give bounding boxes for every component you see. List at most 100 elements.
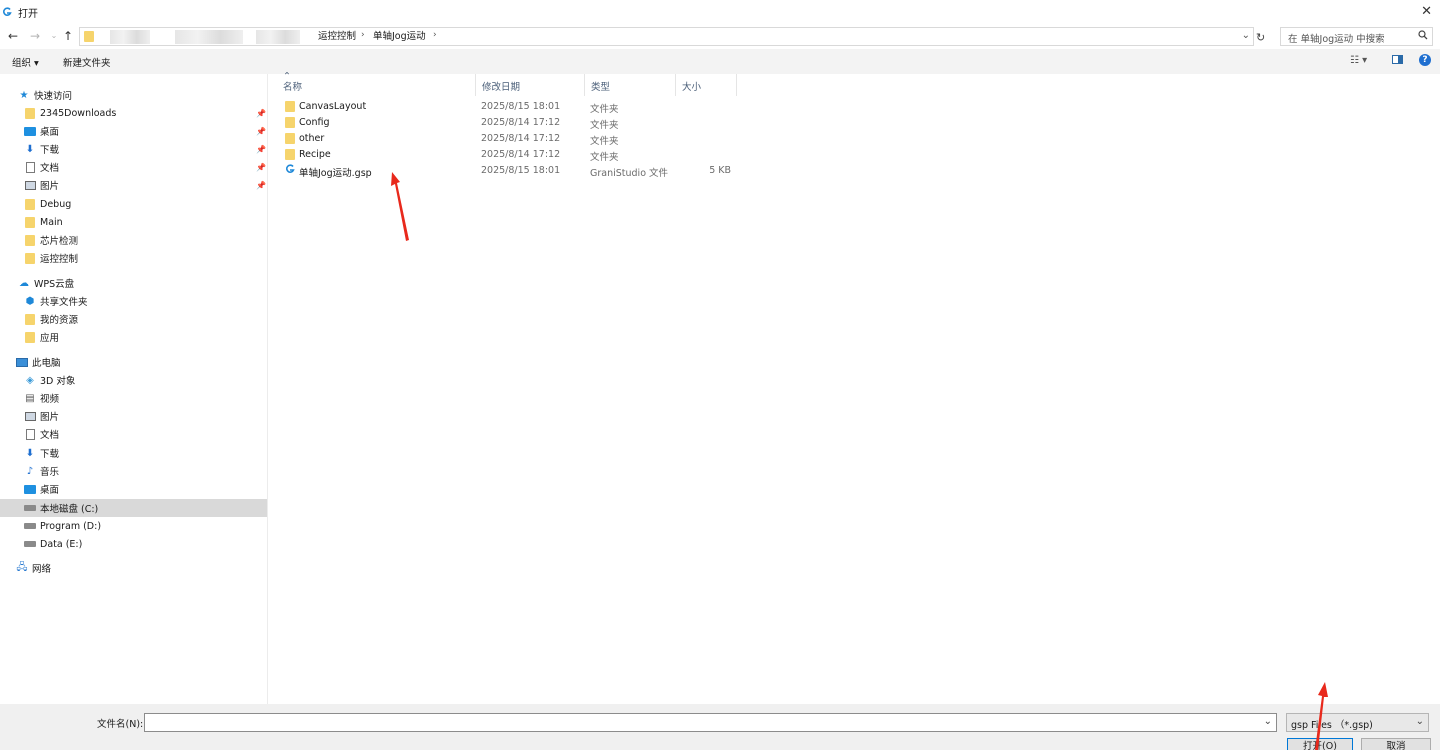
file-row[interactable]: Recipe 2025/8/14 17:12 文件夹 (279, 147, 739, 163)
column-header-name[interactable]: 名称 ⌃ (277, 71, 476, 96)
picture-icon (24, 410, 36, 422)
column-header-date[interactable]: 修改日期 (476, 74, 585, 96)
quick-access-header[interactable]: ★ 快速访问 (18, 86, 73, 104)
file-type-value: gsp Files （*.gsp) (1291, 720, 1373, 731)
sidebar-item-program-d[interactable]: Program (D:) (24, 517, 101, 535)
folder-icon (24, 252, 36, 264)
close-icon[interactable]: ✕ (1421, 4, 1432, 19)
sidebar-item-pictures[interactable]: 图片 (24, 176, 59, 194)
pin-icon[interactable]: 📌 (256, 127, 266, 136)
chevron-down-icon[interactable]: ⌄ (1242, 30, 1250, 41)
document-icon (24, 161, 36, 173)
folder-icon (285, 149, 295, 160)
address-row: ← → ⌄ ↑ 运控控制 › 单轴Jog运动 › ⌄ ↻ 在 单轴Jog运动 中… (0, 24, 1440, 48)
open-file-dialog: 打开 ✕ ← → ⌄ ↑ 运控控制 › 单轴Jog运动 › ⌄ ↻ 在 单轴Jo… (0, 0, 1440, 750)
gsp-file-icon (285, 164, 295, 177)
pin-icon[interactable]: 📌 (256, 109, 266, 118)
folder-icon (285, 117, 295, 128)
sidebar-item-documents-pc[interactable]: 文档 (24, 425, 59, 443)
up-arrow-icon[interactable]: ↑ (61, 28, 75, 44)
new-folder-button[interactable]: 新建文件夹 (63, 55, 111, 69)
sidebar-item-local-disk-c[interactable]: 本地磁盘 (C:) (0, 499, 267, 517)
help-icon[interactable]: ? (1419, 54, 1431, 66)
open-button[interactable]: 打开(O) (1287, 738, 1353, 750)
sidebar-item-downloads[interactable]: ⬇ 下载 (24, 140, 59, 158)
file-list: 名称 ⌃ 修改日期 类型 大小 CanvasLayout 2025/8/15 1… (269, 71, 1440, 704)
filename-label: 文件名(N): (97, 719, 144, 730)
blurred-path-segment (175, 30, 243, 44)
star-icon: ★ (19, 89, 29, 101)
organize-button[interactable]: 组织 ▾ (12, 55, 39, 69)
folder-icon (24, 234, 36, 246)
3d-objects-icon: ◈ (26, 374, 34, 386)
blurred-path-segment (110, 30, 150, 44)
chevron-down-icon: ⌄ (1415, 716, 1424, 727)
sidebar-item-2345downloads[interactable]: 2345Downloads (24, 104, 116, 122)
picture-icon (24, 179, 36, 191)
download-icon: ⬇ (25, 447, 35, 459)
sidebar-item-my-resources[interactable]: 我的资源 (24, 310, 78, 328)
sidebar-item-data-e[interactable]: Data (E:) (24, 535, 82, 553)
view-options-icon[interactable]: ☷ ▾ (1350, 55, 1367, 66)
folder-icon (285, 133, 295, 144)
search-placeholder: 在 单轴Jog运动 中搜索 (1288, 34, 1385, 45)
sidebar-item-chip-inspection[interactable]: 芯片检测 (24, 231, 78, 249)
column-header-size[interactable]: 大小 (676, 74, 737, 96)
drive-icon (24, 502, 36, 514)
music-icon: ♪ (26, 465, 34, 477)
breadcrumb-item[interactable]: 单轴Jog运动 (373, 31, 426, 43)
sidebar-item-desktop[interactable]: 桌面 (24, 122, 59, 140)
file-type-select[interactable]: gsp Files （*.gsp) ⌄ (1286, 713, 1429, 732)
preview-pane-icon[interactable] (1392, 55, 1403, 67)
search-input[interactable]: 在 单轴Jog运动 中搜索 (1280, 27, 1433, 46)
command-bar: 组织 ▾ 新建文件夹 ☷ ▾ ? (0, 49, 1440, 74)
wps-cloud-header[interactable]: ☁ WPS云盘 (18, 274, 74, 292)
sidebar-item-music[interactable]: ♪ 音乐 (24, 462, 59, 480)
file-row[interactable]: Config 2025/8/14 17:12 文件夹 (279, 115, 739, 131)
recent-dropdown-icon[interactable]: ⌄ (47, 28, 61, 44)
forward-arrow-icon[interactable]: → (28, 28, 42, 44)
file-row[interactable]: CanvasLayout 2025/8/15 18:01 文件夹 (279, 99, 739, 115)
file-row[interactable]: 单轴Jog运动.gsp 2025/8/15 18:01 GraniStudio … (279, 163, 739, 179)
folder-icon (24, 198, 36, 210)
sidebar-item-main[interactable]: Main (24, 213, 63, 231)
pin-icon[interactable]: 📌 (256, 145, 266, 154)
blurred-path-segment (256, 30, 300, 44)
title-bar: 打开 ✕ (0, 0, 1440, 24)
cancel-button[interactable]: 取消 (1361, 738, 1431, 750)
navigation-pane: ★ 快速访问 2345Downloads 📌 桌面 📌 ⬇ 下载 📌 文档 📌 … (0, 74, 268, 704)
pin-icon[interactable]: 📌 (256, 181, 266, 190)
filename-input[interactable]: ⌄ (144, 713, 1277, 732)
pin-icon[interactable]: 📌 (256, 163, 266, 172)
sidebar-item-3d-objects[interactable]: ◈ 3D 对象 (24, 371, 75, 389)
chevron-right-icon[interactable]: › (433, 30, 437, 40)
back-arrow-icon[interactable]: ← (6, 28, 20, 44)
sidebar-item-pictures-pc[interactable]: 图片 (24, 407, 59, 425)
this-pc-header[interactable]: 此电脑 (16, 353, 61, 371)
network-icon: 🖧 (16, 561, 28, 573)
folder-icon (285, 101, 295, 112)
chevron-right-icon[interactable]: › (361, 30, 365, 40)
sidebar-item-apps[interactable]: 应用 (24, 328, 59, 346)
column-header-type[interactable]: 类型 (585, 74, 676, 96)
sidebar-item-shared-folder[interactable]: ⬢ 共享文件夹 (24, 292, 88, 310)
sidebar-item-videos[interactable]: ▤ 视频 (24, 389, 59, 407)
file-row[interactable]: other 2025/8/14 17:12 文件夹 (279, 131, 739, 147)
folder-icon (24, 216, 36, 228)
document-icon (24, 428, 36, 440)
drive-icon (24, 520, 36, 532)
refresh-icon[interactable]: ↻ (1256, 31, 1265, 44)
search-icon (1418, 30, 1428, 43)
sidebar-item-downloads-pc[interactable]: ⬇ 下载 (24, 444, 59, 462)
breadcrumb-item[interactable]: 运控控制 (318, 31, 356, 43)
address-bar[interactable]: 运控控制 › 单轴Jog运动 › ⌄ (79, 27, 1254, 46)
chevron-down-icon[interactable]: ⌄ (1264, 716, 1272, 727)
sidebar-item-documents[interactable]: 文档 (24, 158, 59, 176)
sidebar-item-debug[interactable]: Debug (24, 195, 71, 213)
desktop-icon (24, 125, 36, 137)
computer-icon (16, 356, 28, 368)
sort-up-icon: ⌃ (283, 71, 291, 82)
sidebar-item-motion-control[interactable]: 运控控制 (24, 249, 78, 267)
network-header[interactable]: 🖧 网络 (16, 559, 51, 577)
sidebar-item-desktop-pc[interactable]: 桌面 (24, 480, 59, 498)
